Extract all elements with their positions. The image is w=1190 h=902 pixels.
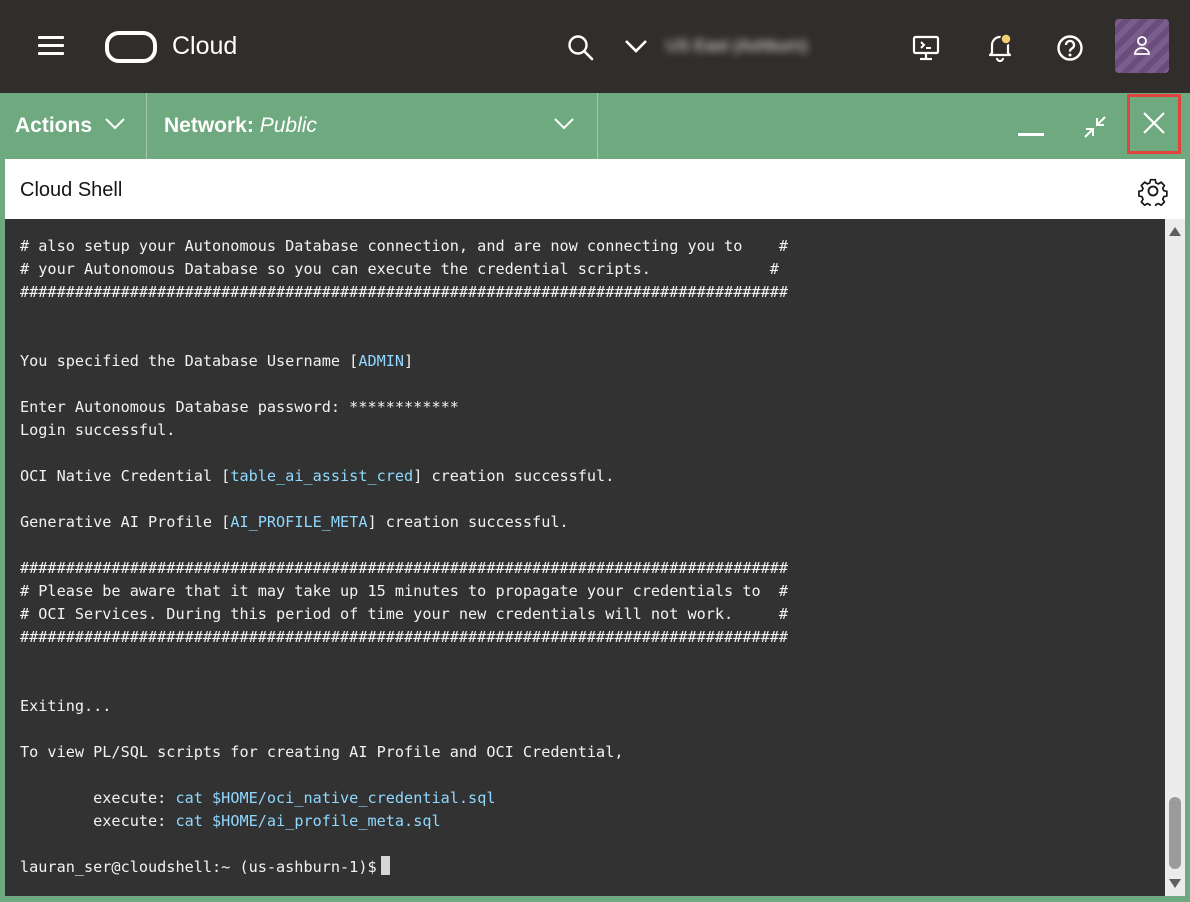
terminal-text: Exiting... [20,697,112,715]
terminal-line: execute: cat $HOME/oci_native_credential… [20,787,788,810]
terminal-text: # Please be aware that it may take up 15… [20,582,789,600]
terminal-scrollbar[interactable] [1165,219,1185,896]
bell-icon[interactable] [986,32,1014,62]
user-avatar[interactable] [1115,19,1169,73]
terminal-text: ########################################… [20,283,789,301]
network-selector[interactable]: Network: Public [147,93,598,159]
terminal-line: # also setup your Autonomous Database co… [20,235,788,258]
terminal-highlight-text: cat $HOME/oci_native_credential.sql [175,789,496,807]
network-label: Network: Public [164,114,317,137]
terminal-output: # also setup your Autonomous Database co… [20,235,788,879]
terminal-text: Enter Autonomous Database password: ****… [20,398,459,416]
cloud-shell-panel: Actions Network: Public Cloud Shell # al… [0,93,1190,902]
oracle-logo[interactable] [105,31,157,63]
restore-icon[interactable] [1080,112,1110,142]
shell-toolbar: Actions Network: Public [0,93,1190,159]
terminal-text: ] [404,352,414,370]
terminal-line: Generative AI Profile [AI_PROFILE_META] … [20,511,788,534]
cloud-shell-icon[interactable] [912,34,940,62]
terminal-text: # also setup your Autonomous Database co… [20,237,789,255]
terminal-text: # your Autonomous Database so you can ex… [20,260,779,278]
shell-title-bar: Cloud Shell [5,159,1185,219]
shell-title: Cloud Shell [20,179,123,201]
terminal-text: ] creation successful. [367,513,569,531]
top-header: Cloud US East (Ashburn) [0,0,1190,93]
terminal-highlight-text: ADMIN [358,352,405,370]
terminal-text: ########################################… [20,628,789,646]
terminal-line: # OCI Services. During this period of ti… [20,603,788,626]
brand-name[interactable]: Cloud [172,31,237,61]
terminal-line: To view PL/SQL scripts for creating AI P… [20,741,788,764]
help-icon[interactable] [1056,34,1084,62]
terminal-text: execute: [20,812,176,830]
terminal-text: Generative AI Profile [ [20,513,231,531]
chevron-down-icon [554,118,574,130]
terminal-line: Enter Autonomous Database password: ****… [20,396,788,419]
terminal-text: You specified the Database Username [ [20,352,359,370]
terminal-text: execute: [20,789,176,807]
terminal-prompt-line: lauran_ser@cloudshell:~ (us-ashburn-1)$ [20,856,788,879]
terminal-highlight-text: AI_PROFILE_META [230,513,368,531]
terminal-line: OCI Native Credential [table_ai_assist_c… [20,465,788,488]
terminal-cursor [380,856,390,875]
terminal-text: To view PL/SQL scripts for creating AI P… [20,743,624,761]
terminal[interactable]: # also setup your Autonomous Database co… [5,219,1185,896]
region-selector[interactable]: US East (Ashburn) [666,33,872,59]
minimize-icon[interactable] [1018,133,1044,136]
actions-menu[interactable]: Actions [0,93,147,159]
gear-icon[interactable] [1138,176,1168,206]
terminal-highlight-text: cat $HOME/ai_profile_meta.sql [175,812,441,830]
terminal-text: ] creation successful. [413,467,615,485]
hamburger-icon[interactable] [38,36,64,56]
terminal-line: ########################################… [20,626,788,649]
user-icon [1134,36,1150,55]
network-value: Public [259,114,317,137]
terminal-line: Login successful. [20,419,788,442]
terminal-line: ########################################… [20,557,788,580]
close-button[interactable] [1127,94,1181,154]
chevron-down-icon[interactable] [624,38,648,54]
terminal-text: OCI Native Credential [ [20,467,231,485]
scrollbar-thumb[interactable] [1169,797,1181,869]
terminal-highlight-text: table_ai_assist_cred [230,467,414,485]
close-icon [1143,112,1165,134]
terminal-line: execute: cat $HOME/ai_profile_meta.sql [20,810,788,833]
terminal-text: Login successful. [20,421,176,439]
scroll-down-arrow-icon[interactable] [1169,879,1181,888]
terminal-prompt: lauran_ser@cloudshell:~ (us-ashburn-1)$ [20,858,377,876]
actions-label: Actions [15,114,93,137]
scroll-up-arrow-icon[interactable] [1169,227,1181,236]
chevron-down-icon [105,118,125,130]
terminal-line: # your Autonomous Database so you can ex… [20,258,788,281]
terminal-line: # Please be aware that it may take up 15… [20,580,788,603]
terminal-line: ########################################… [20,281,788,304]
terminal-text: ########################################… [20,559,789,577]
terminal-line: Exiting... [20,695,788,718]
terminal-text: # OCI Services. During this period of ti… [20,605,789,623]
search-icon[interactable] [567,34,595,62]
terminal-line: You specified the Database Username [ADM… [20,350,788,373]
